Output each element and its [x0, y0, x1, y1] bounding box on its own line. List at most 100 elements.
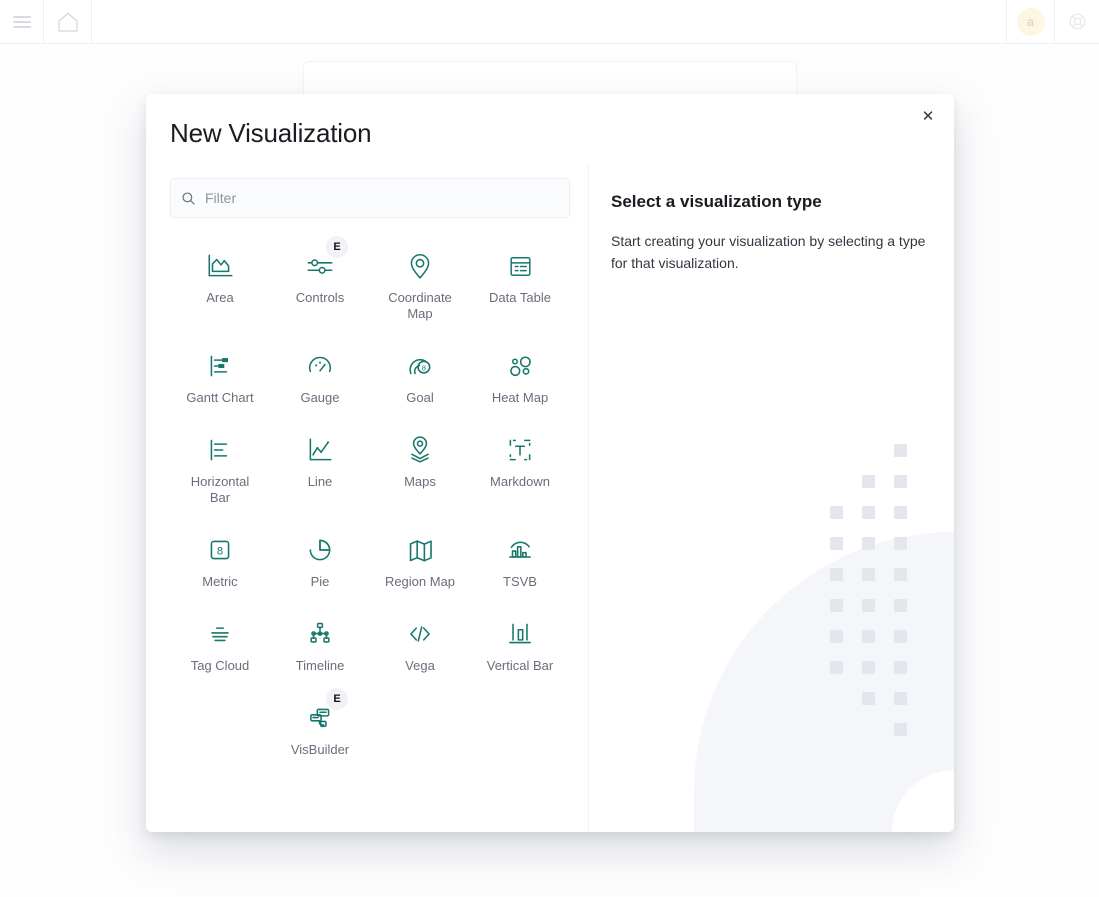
decorative-square [830, 661, 843, 674]
vis-type-controls[interactable]: E Controls [270, 236, 370, 326]
page-title: New Visualization [170, 118, 372, 148]
vis-type-label: Horizontal Bar [190, 474, 250, 505]
vis-type-label: VisBuilder [290, 742, 350, 757]
decorative-square [894, 692, 907, 705]
vis-type-gantt-chart[interactable]: Gantt Chart [170, 340, 270, 410]
detail-title: Select a visualization type [611, 192, 822, 211]
vis-type-label: Vega [405, 658, 435, 673]
vis-type-markdown[interactable]: Markdown [470, 424, 570, 510]
vis-type-label: Coordinate Map [388, 290, 452, 321]
vis-type-maps[interactable]: Maps [370, 424, 470, 510]
vis-type-visbuilder[interactable]: E VisBuilder [270, 688, 370, 762]
vis-type-goal[interactable]: 8 Goal [370, 340, 470, 410]
avatar-initial: a [1016, 7, 1045, 36]
vis-type-heat-map[interactable]: Heat Map [470, 340, 570, 410]
vis-type-label: Area [206, 290, 234, 305]
decorative-square [862, 568, 875, 581]
header-spacer [92, 0, 1006, 43]
vis-type-label: Metric [202, 574, 238, 589]
horizontal-bar-icon [205, 430, 235, 470]
vis-type-detail-pane: Select a visualization type Start creati… [588, 164, 954, 832]
vis-type-gauge[interactable]: Gauge [270, 340, 370, 410]
experimental-badge: E [326, 688, 348, 710]
markdown-text-icon [505, 430, 535, 470]
vertical-bar-icon [505, 614, 535, 654]
tag-cloud-icon [205, 614, 235, 654]
search-icon [171, 191, 205, 206]
decorative-artwork [694, 444, 954, 832]
table-icon [506, 246, 535, 286]
decorative-square [830, 506, 843, 519]
vis-type-tag-cloud[interactable]: Tag Cloud [170, 608, 270, 678]
vis-type-metric[interactable]: 8 Metric [170, 524, 270, 594]
area-chart-icon [205, 246, 235, 286]
close-icon[interactable]: ✕ [912, 100, 944, 132]
gauge-icon [305, 346, 335, 386]
decorative-square [862, 475, 875, 488]
decorative-square [862, 537, 875, 550]
heat-map-icon [505, 346, 535, 386]
vis-type-line[interactable]: Line [270, 424, 370, 510]
vis-type-label: Heat Map [491, 390, 549, 405]
decorative-square [862, 692, 875, 705]
decorative-square [830, 568, 843, 581]
global-header: a [0, 0, 1099, 44]
vis-type-coordinate-map[interactable]: Coordinate Map [370, 240, 470, 326]
decorative-square [894, 599, 907, 612]
region-map-icon [405, 530, 436, 570]
svg-text:8: 8 [217, 546, 223, 558]
vis-type-timeline[interactable]: Timeline [270, 608, 370, 678]
gantt-chart-icon [205, 346, 235, 386]
decorative-square [894, 537, 907, 550]
line-chart-icon [305, 430, 335, 470]
hamburger-menu-icon[interactable] [0, 0, 44, 43]
vis-type-label: Gantt Chart [186, 390, 254, 405]
vis-type-label: Vertical Bar [486, 658, 554, 673]
vis-type-label: Controls [295, 290, 345, 305]
decorative-square [862, 506, 875, 519]
vis-type-grid: Area E Controls Coordinate Map Data Table Gan… [170, 236, 570, 762]
decorative-square [894, 661, 907, 674]
avatar[interactable]: a [1007, 0, 1055, 43]
decorative-square [894, 475, 907, 488]
search-input[interactable] [205, 190, 569, 206]
code-brackets-icon [405, 614, 435, 654]
decorative-square [894, 444, 907, 457]
vis-type-vega[interactable]: Vega [370, 608, 470, 678]
decorative-square [862, 661, 875, 674]
modal-body: Area E Controls Coordinate Map Data Table Gan… [146, 164, 954, 832]
vis-type-label: Timeline [295, 658, 345, 673]
vis-type-label: Goal [406, 390, 434, 405]
detail-description: Start creating your visualization by sel… [611, 233, 926, 271]
decorative-square [830, 630, 843, 643]
decorative-square [830, 537, 843, 550]
vis-type-tsvb[interactable]: TSVB [470, 524, 570, 594]
decorative-square [862, 630, 875, 643]
vis-type-vertical-bar[interactable]: Vertical Bar [470, 608, 570, 678]
decorative-square [862, 599, 875, 612]
vis-type-label: Markdown [490, 474, 550, 489]
svg-text:8: 8 [422, 364, 426, 373]
vis-type-area[interactable]: Area [170, 240, 270, 326]
home-icon[interactable] [44, 0, 92, 43]
help-lifebuoy-icon[interactable] [1055, 0, 1099, 43]
vis-type-chooser: Area E Controls Coordinate Map Data Table Gan… [146, 164, 588, 832]
filter-field[interactable] [170, 178, 570, 218]
timeline-tree-icon [305, 614, 335, 654]
pie-chart-icon [305, 530, 335, 570]
vis-type-horizontal-bar[interactable]: Horizontal Bar [170, 424, 270, 510]
decorative-square [894, 723, 907, 736]
tsvb-icon [505, 530, 535, 570]
maps-layers-icon [405, 430, 435, 470]
experimental-badge: E [326, 236, 348, 258]
vis-type-label: Region Map [384, 574, 456, 589]
vis-type-region-map[interactable]: Region Map [370, 524, 470, 594]
decorative-square [894, 630, 907, 643]
vis-type-data-table[interactable]: Data Table [470, 240, 570, 326]
decorative-square [894, 568, 907, 581]
new-visualization-modal: ✕ New Visualization Area E Controls Coordin… [146, 94, 954, 832]
vis-type-pie[interactable]: Pie [270, 524, 370, 594]
vis-type-label: Gauge [300, 390, 340, 405]
vis-type-label: TSVB [503, 574, 537, 589]
vis-type-label: Tag Cloud [190, 658, 250, 673]
